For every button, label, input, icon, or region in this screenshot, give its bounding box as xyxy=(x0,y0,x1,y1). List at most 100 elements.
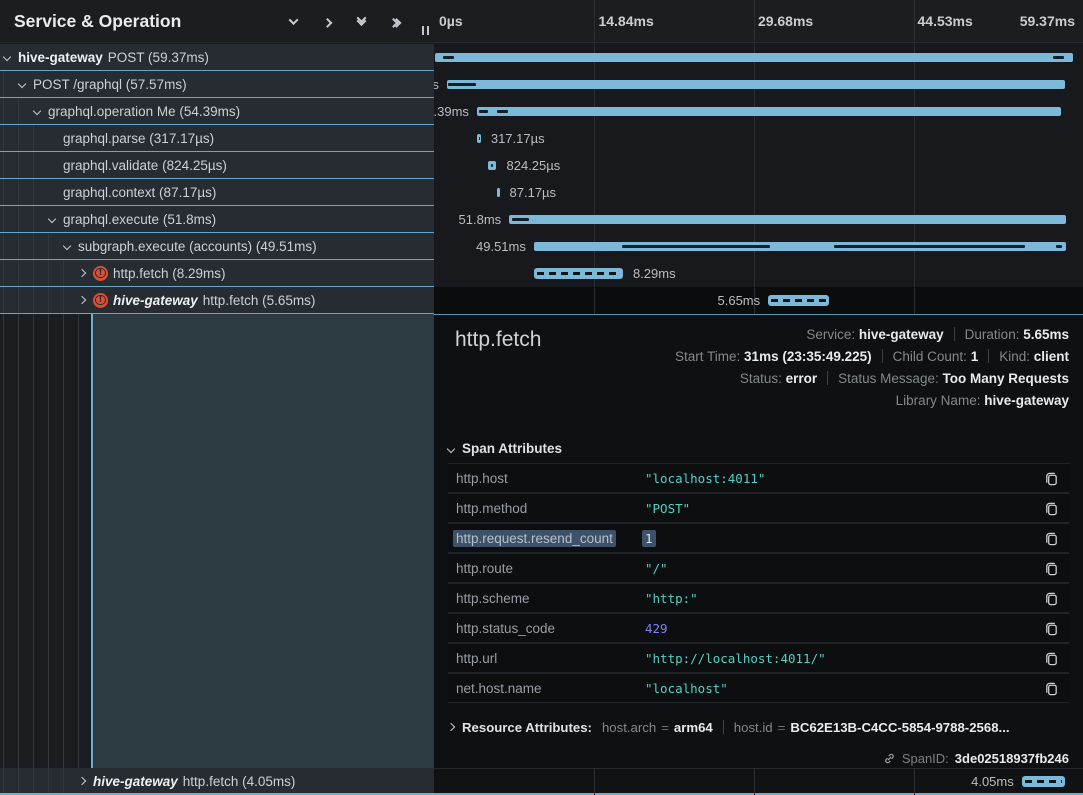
span-duration-label: 49.51ms xyxy=(476,233,526,260)
copy-button[interactable] xyxy=(1042,679,1061,698)
copy-icon xyxy=(1044,471,1059,486)
copy-icon xyxy=(1044,651,1059,666)
span-bar[interactable] xyxy=(497,188,499,197)
tree-row-graphql-execute[interactable]: graphql.execute (51.8ms) xyxy=(0,206,434,233)
chevron-down-icon[interactable] xyxy=(33,107,41,115)
attribute-value: "localhost" xyxy=(645,681,1042,696)
subspan-mark xyxy=(1056,245,1062,248)
link-icon[interactable] xyxy=(883,752,896,765)
copy-button[interactable] xyxy=(1042,589,1061,608)
attribute-row[interactable]: http.scheme"http:" xyxy=(448,584,1069,612)
indent-guide xyxy=(18,206,19,232)
collapse-all-icon[interactable] xyxy=(352,13,370,29)
tree-row-post-graphql[interactable]: POST /graphql (57.57ms) xyxy=(0,71,434,98)
span-bar[interactable] xyxy=(447,80,1066,89)
tree-row-graphql-operation-me[interactable]: graphql.operation Me (54.39ms) xyxy=(0,98,434,125)
span-bar[interactable] xyxy=(509,215,1066,224)
expand-one-icon[interactable] xyxy=(318,13,336,29)
span-bar[interactable] xyxy=(1022,776,1066,787)
expand-all-icon[interactable] xyxy=(386,13,404,29)
indent-guide xyxy=(18,314,19,768)
resource-attributes-title: Resource Attributes: xyxy=(462,720,592,735)
copy-button[interactable] xyxy=(1042,499,1061,518)
span-bar[interactable] xyxy=(477,134,480,143)
attribute-row[interactable]: http.request.resend_count1 xyxy=(448,524,1069,552)
tree-row-graphql-validate[interactable]: graphql.validate (824.25µs) xyxy=(0,152,434,179)
attribute-row[interactable]: http.url"http://localhost:4011/" xyxy=(448,644,1069,672)
chevron-down-icon[interactable] xyxy=(18,80,26,88)
span-meta-line: Start Time: 31ms (23:35:49.225)Child Cou… xyxy=(675,346,1069,368)
subspan-mark xyxy=(491,164,493,167)
span-attributes-title: Span Attributes xyxy=(462,441,562,456)
meta-value: hive-gateway xyxy=(984,393,1069,408)
span-meta-line: Service: hive-gatewayDuration: 5.65ms xyxy=(675,324,1069,346)
resource-attributes-row[interactable]: Resource Attributes: host.arch=arm64host… xyxy=(448,713,1069,741)
indent-guide xyxy=(48,287,49,313)
operation-name: graphql.execute (51.8ms) xyxy=(63,212,216,227)
attribute-row[interactable]: http.route"/" xyxy=(448,554,1069,582)
indent-guide xyxy=(3,287,4,313)
copy-icon xyxy=(1044,561,1059,576)
tree-row-http-fetch[interactable]: hive-gatewayhttp.fetch (4.05ms) xyxy=(0,768,434,795)
attribute-key: http.method xyxy=(456,501,645,516)
tree-row-post[interactable]: hive-gatewayPOST (59.37ms) xyxy=(0,44,434,71)
divider xyxy=(988,349,989,363)
tree-title: Service & Operation xyxy=(14,11,284,32)
chevron-right-icon[interactable] xyxy=(78,269,86,277)
subspan-mark xyxy=(497,110,507,113)
collapse-one-icon[interactable] xyxy=(284,13,302,29)
indent-guide xyxy=(48,260,49,286)
attribute-row[interactable]: net.host.name"localhost" xyxy=(448,674,1069,702)
axis-tick-label: 0µs xyxy=(439,0,463,43)
attribute-key: http.url xyxy=(456,651,645,666)
operation-name: http.fetch (8.29ms) xyxy=(113,266,226,281)
span-duration-label: 5.65ms xyxy=(718,287,761,314)
attribute-row[interactable]: http.host"localhost:4011" xyxy=(448,464,1069,492)
indent-guide xyxy=(33,314,34,768)
chevron-right-icon[interactable] xyxy=(78,777,86,785)
meta-label: Library Name: xyxy=(896,393,985,408)
tree-row-http-fetch[interactable]: http.fetch (8.29ms) xyxy=(0,260,434,287)
tree-row-graphql-context[interactable]: graphql.context (87.17µs) xyxy=(0,179,434,206)
copy-icon xyxy=(1044,621,1059,636)
chevron-right-icon[interactable] xyxy=(78,296,86,304)
span-row-label: http.fetch (8.29ms) xyxy=(93,260,226,286)
span-bar[interactable] xyxy=(488,161,497,170)
indent-guide xyxy=(3,152,4,178)
copy-button[interactable] xyxy=(1042,559,1061,578)
attribute-value: "POST" xyxy=(645,501,1042,516)
meta-label: Status: xyxy=(740,371,786,386)
chevron-down-icon[interactable] xyxy=(63,242,71,250)
span-row-label: graphql.context (87.17µs) xyxy=(63,179,216,205)
tree-row-graphql-parse[interactable]: graphql.parse (317.17µs) xyxy=(0,125,434,152)
span-id-value: 3de02518937fb246 xyxy=(955,751,1069,766)
copy-button[interactable] xyxy=(1042,529,1061,548)
span-bar[interactable] xyxy=(477,107,1061,116)
copy-button[interactable] xyxy=(1042,469,1061,488)
span-bar[interactable] xyxy=(435,53,1073,62)
chevron-down-icon[interactable] xyxy=(48,215,56,223)
operation-name: http.fetch (5.65ms) xyxy=(203,293,316,308)
tree-row-http-fetch[interactable]: hive-gatewayhttp.fetch (5.65ms) xyxy=(0,287,434,314)
copy-button[interactable] xyxy=(1042,619,1061,638)
indent-guide xyxy=(18,179,19,205)
operation-name: graphql.operation Me (54.39ms) xyxy=(48,104,240,119)
span-bar[interactable] xyxy=(768,295,829,306)
span-title: http.fetch xyxy=(455,328,541,352)
span-bar[interactable] xyxy=(534,268,623,279)
attribute-row[interactable]: http.method"POST" xyxy=(448,494,1069,522)
indent-guide xyxy=(18,125,19,151)
indent-guide xyxy=(3,125,4,151)
span-attributes-header[interactable]: Span Attributes xyxy=(448,441,562,456)
span-id-row: SpanID: 3de02518937fb246 xyxy=(883,747,1069,769)
resource-key: host.id xyxy=(734,720,773,735)
tree-row-subgraph-execute-accounts-[interactable]: subgraph.execute (accounts) (49.51ms) xyxy=(0,233,434,260)
panel-resize-handle[interactable] xyxy=(422,26,429,35)
operation-name: graphql.context (87.17µs) xyxy=(63,185,216,200)
chevron-down-icon[interactable] xyxy=(3,53,11,61)
trace-viewer: 0µs14.84ms29.68ms44.53ms59.37ms 59.37ms5… xyxy=(0,0,1083,795)
equals-sign: = xyxy=(661,720,669,735)
span-bar[interactable] xyxy=(534,242,1066,251)
attribute-row[interactable]: http.status_code429 xyxy=(448,614,1069,642)
copy-button[interactable] xyxy=(1042,649,1061,668)
